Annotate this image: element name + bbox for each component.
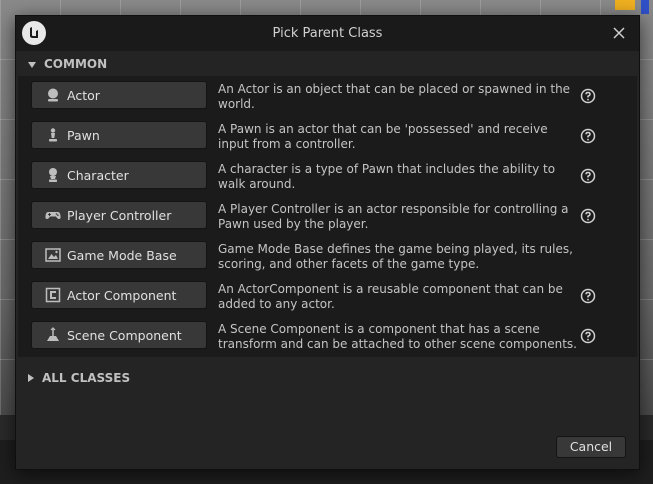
actor-component-description: An ActorComponent is a reusable componen…: [218, 282, 563, 311]
class-row-game-mode-base: Game Mode Base Game Mode Base defines th…: [18, 236, 637, 276]
chevron-right-icon: [28, 371, 34, 385]
pick-parent-class-dialog: Pick Parent Class COMMON Actor An Actor …: [15, 15, 640, 470]
chevron-down-icon: [28, 57, 36, 71]
player-controller-button[interactable]: Player Controller: [31, 201, 207, 229]
pawn-icon: [45, 127, 61, 143]
cancel-button[interactable]: Cancel: [556, 436, 626, 458]
actor-description: An Actor is an object that can be placed…: [218, 82, 571, 111]
all-classes-label: ALL CLASSES: [42, 371, 131, 385]
common-classes-panel: Actor An Actor is an object that can be …: [18, 76, 637, 357]
scene-component-label: Scene Component: [67, 327, 182, 343]
help-icon[interactable]: [580, 328, 596, 344]
character-label: Character: [67, 167, 129, 183]
class-row-player-controller: Player Controller A Player Controller is…: [18, 196, 637, 236]
class-row-actor-component: Actor Component An ActorComponent is a r…: [18, 276, 637, 316]
scene-component-button[interactable]: Scene Component: [31, 321, 207, 349]
help-icon[interactable]: [580, 208, 596, 224]
game-mode-base-label: Game Mode Base: [67, 247, 177, 263]
dialog-title: Pick Parent Class: [272, 26, 383, 41]
viewport-marker-blue: [641, 0, 649, 14]
actor-button[interactable]: Actor: [31, 81, 207, 109]
class-row-pawn: Pawn A Pawn is an actor that can be 'pos…: [18, 116, 637, 156]
game-mode-icon: [45, 247, 61, 263]
actor-component-button[interactable]: Actor Component: [31, 281, 207, 309]
help-icon[interactable]: [580, 288, 596, 304]
close-icon[interactable]: [609, 23, 629, 43]
character-description: A character is a type of Pawn that inclu…: [218, 162, 556, 191]
title-bar: Pick Parent Class: [16, 16, 639, 51]
class-row-scene-component: Scene Component A Scene Component is a c…: [18, 316, 637, 356]
pawn-button[interactable]: Pawn: [31, 121, 207, 149]
unreal-engine-logo-icon: [22, 21, 46, 45]
character-icon: [45, 167, 61, 183]
actor-label: Actor: [67, 87, 100, 103]
common-section-header[interactable]: COMMON: [18, 53, 637, 75]
player-controller-label: Player Controller: [67, 207, 172, 223]
actor-component-label: Actor Component: [67, 287, 177, 303]
help-icon[interactable]: [580, 88, 596, 104]
pawn-description: A Pawn is an actor that can be 'possesse…: [218, 122, 548, 151]
common-section-label: COMMON: [44, 57, 108, 71]
gamepad-icon: [45, 207, 61, 223]
actor-component-icon: [45, 287, 61, 303]
actor-icon: [45, 87, 61, 103]
game-mode-base-button[interactable]: Game Mode Base: [31, 241, 207, 269]
all-classes-section-header[interactable]: ALL CLASSES: [18, 368, 318, 388]
pawn-label: Pawn: [67, 127, 100, 143]
class-row-actor: Actor An Actor is an object that can be …: [18, 76, 637, 116]
class-row-character: Character A character is a type of Pawn …: [18, 156, 637, 196]
scene-component-description: A Scene Component is a component that ha…: [218, 322, 577, 351]
character-button[interactable]: Character: [31, 161, 207, 189]
game-mode-base-description: Game Mode Base defines the game being pl…: [218, 242, 573, 271]
help-icon[interactable]: [580, 168, 596, 184]
player-controller-description: A Player Controller is an actor responsi…: [218, 202, 569, 231]
scene-component-icon: [45, 327, 61, 343]
help-icon[interactable]: [580, 128, 596, 144]
viewport-marker: [615, 0, 635, 10]
